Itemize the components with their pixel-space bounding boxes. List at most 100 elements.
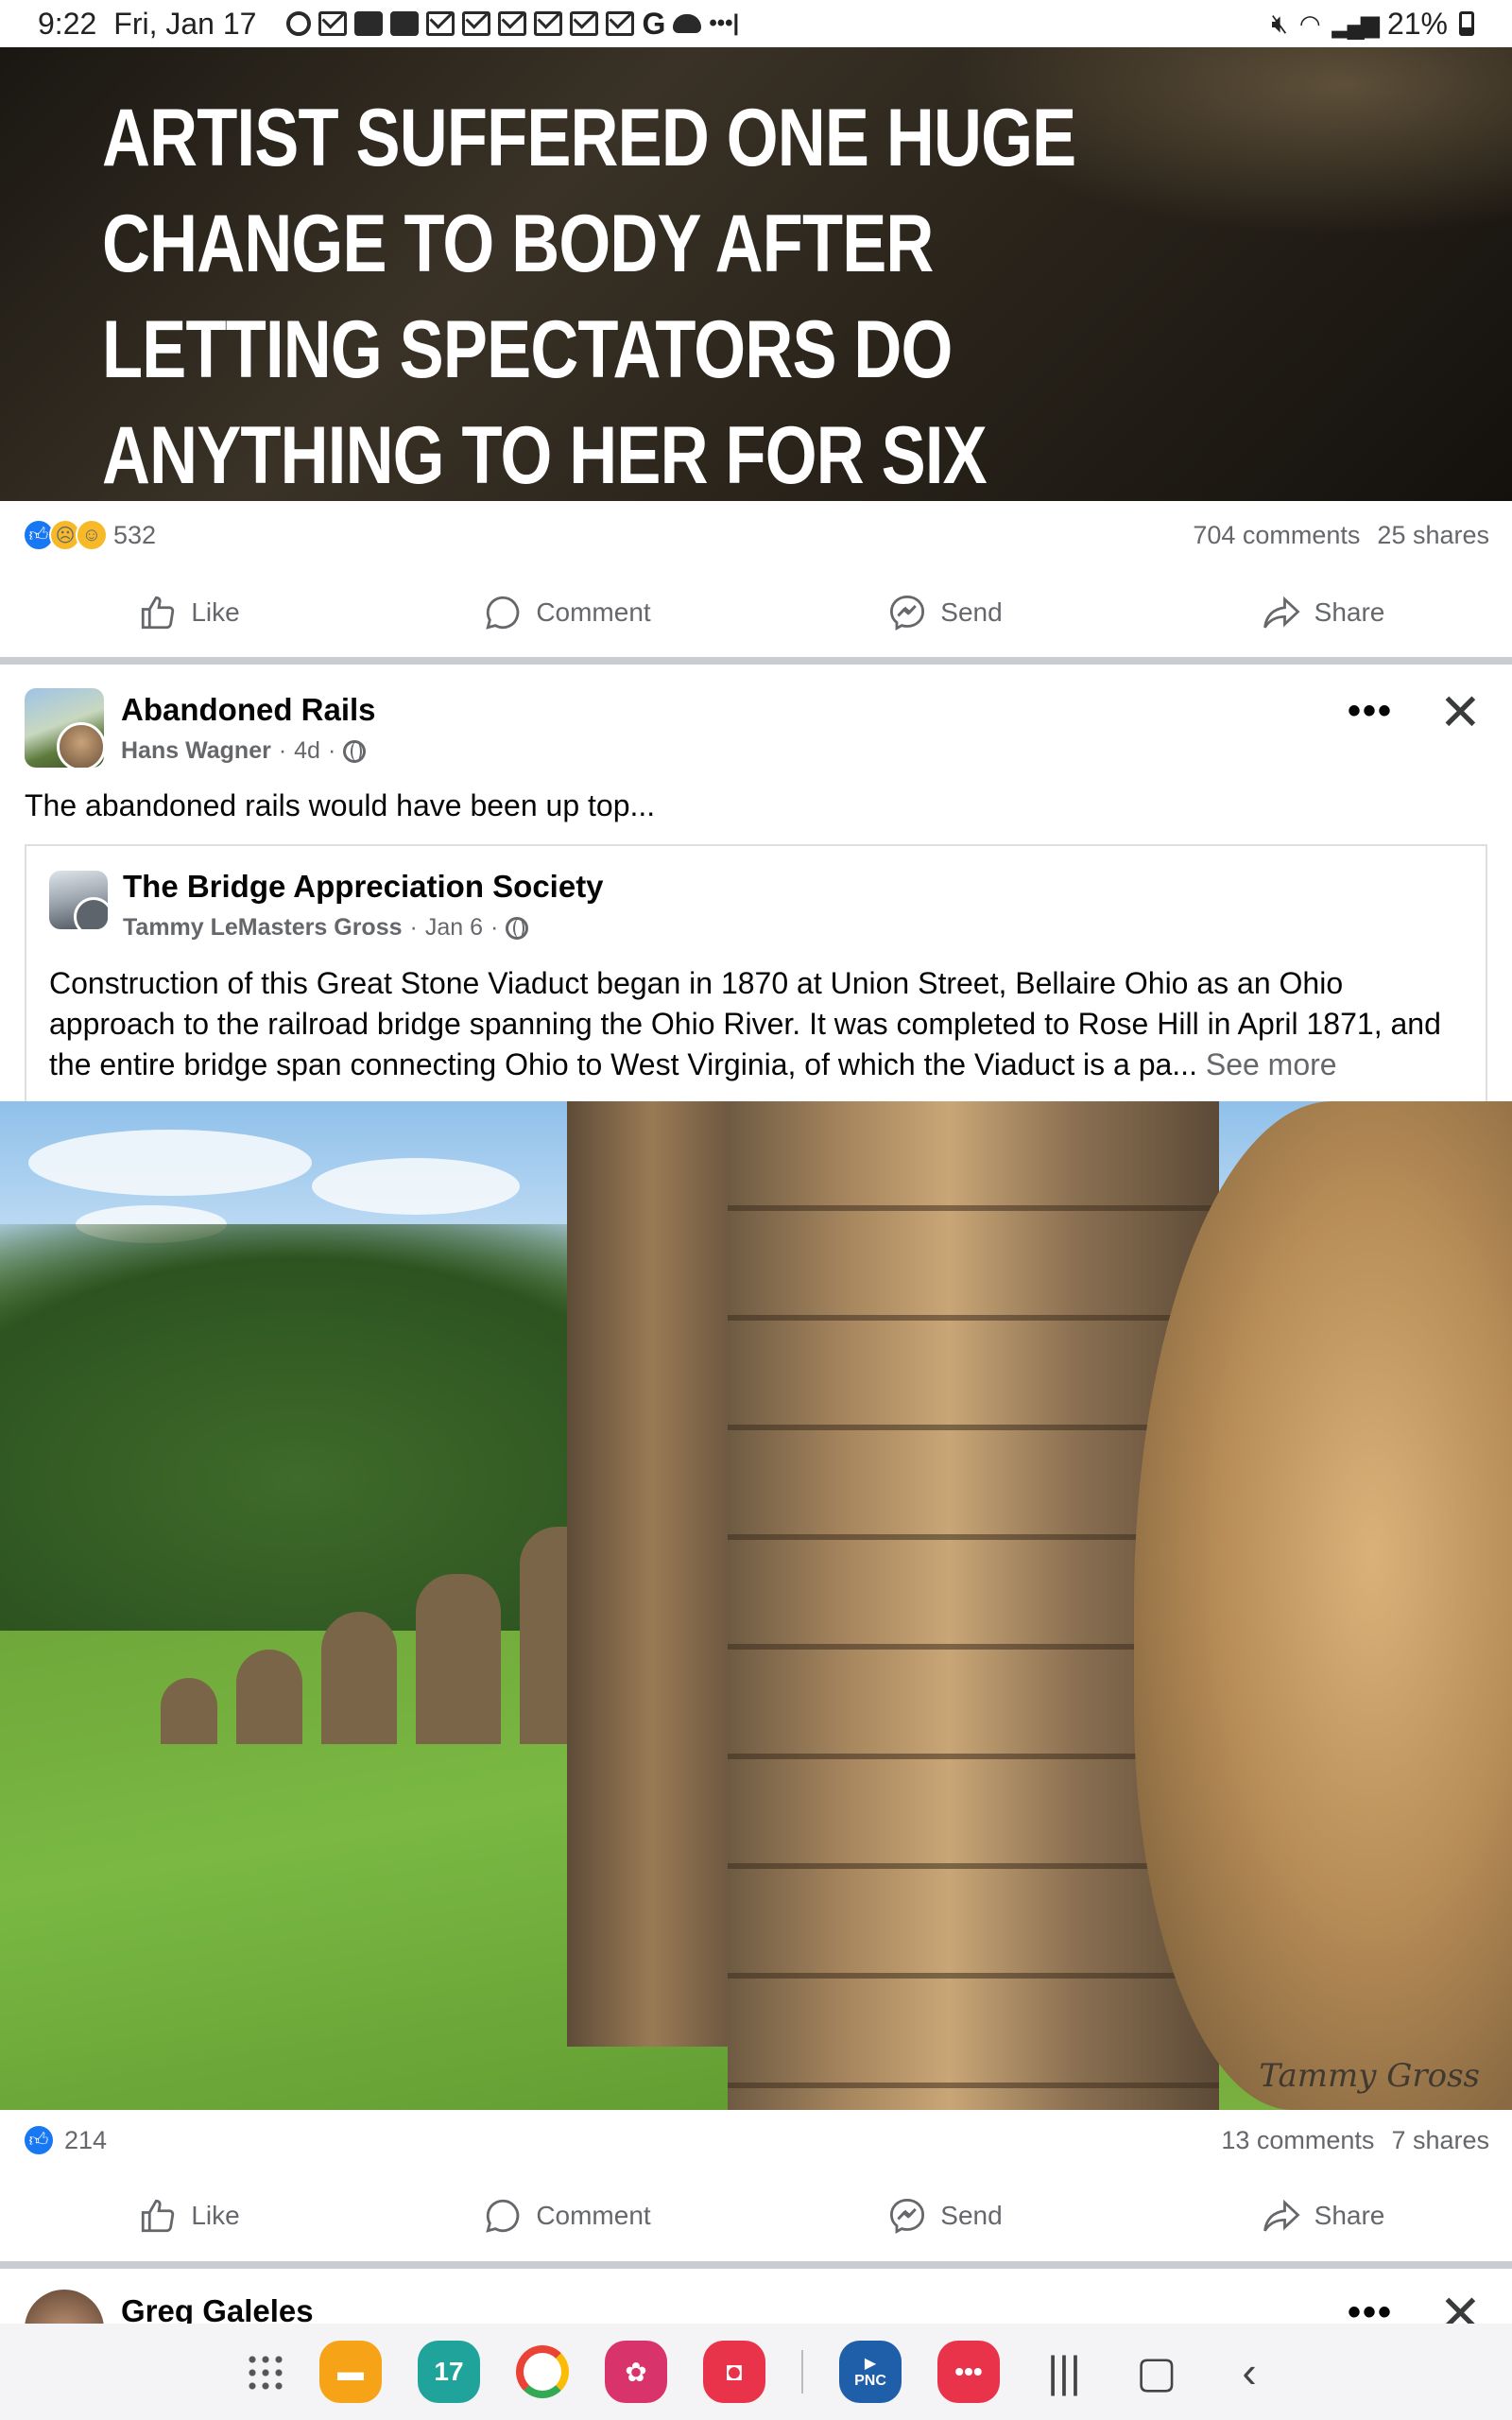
shared-page-avatar[interactable] [49, 871, 108, 929]
share-label: Share [1314, 2201, 1385, 2230]
like-button[interactable]: Like [0, 2196, 378, 2236]
like-label: Like [191, 597, 240, 627]
send-label: Send [940, 2201, 1003, 2230]
group-name[interactable]: Abandoned Rails [121, 692, 376, 728]
share-arrow-icon [1263, 596, 1300, 629]
chrome-icon[interactable] [516, 2345, 569, 2398]
send-button[interactable]: Send [756, 593, 1134, 632]
author-avatar[interactable] [57, 722, 104, 768]
send-button[interactable]: Send [756, 2196, 1134, 2236]
post-author[interactable]: Hans Wagner [121, 737, 271, 765]
shared-time[interactable]: Jan 6 [425, 914, 483, 942]
post2-comments-count[interactable]: 13 comments [1221, 2126, 1374, 2155]
thumbs-up-icon [142, 2199, 175, 2233]
post2-meta: Hans Wagner · 4d · [121, 737, 367, 765]
mute-icon: 🔇︎ [1271, 8, 1288, 38]
arch [161, 1678, 217, 1744]
status-date: Fri, Jan 17 [113, 6, 257, 41]
cloud [312, 1158, 520, 1215]
messenger-icon [890, 595, 925, 631]
comment-label: Comment [536, 597, 651, 627]
more-options-icon[interactable]: ••• [1348, 2291, 1393, 2324]
see-more-link[interactable]: See more [1206, 1047, 1337, 1081]
signal-icon: ▂▄▆ [1332, 9, 1380, 38]
share-arrow-icon [1263, 2199, 1300, 2232]
dock-separator [801, 2350, 803, 2394]
mail-icon [462, 11, 491, 36]
post1-reaction-count[interactable]: 532 [113, 521, 156, 550]
comment-label: Comment [536, 2201, 651, 2230]
post1-comments-count[interactable]: 704 comments [1193, 521, 1360, 550]
blossom-icon[interactable]: ✿ [605, 2341, 667, 2403]
pnc-app-icon[interactable]: ▶ PNC [839, 2341, 902, 2403]
pnc-label: PNC [854, 2373, 886, 2389]
wifi-icon: ◠ [1298, 9, 1321, 38]
reaction-icons[interactable]: 👍︎ ☹ ☺ [23, 519, 108, 551]
notification-icons: G •••| [286, 7, 739, 42]
more-options-icon[interactable]: ••• [1348, 690, 1393, 733]
speech-bubble-icon [486, 596, 520, 630]
more-apps-icon[interactable]: ••• [937, 2341, 1000, 2403]
status-bar: 9:22 Fri, Jan 17 G •••| 🔇︎ ◠ ▂▄▆ 21% [0, 0, 1512, 47]
status-left: 9:22 Fri, Jan 17 G •••| [38, 7, 739, 42]
globe-icon [343, 739, 367, 763]
share-button[interactable]: Share [1134, 593, 1512, 632]
share-label: Share [1314, 597, 1385, 627]
post2-action-bar: Like Comment Send Share [0, 2178, 1512, 2254]
group-avatar[interactable] [25, 688, 104, 768]
feed-divider [0, 657, 1512, 665]
like-label: Like [191, 2201, 240, 2230]
close-icon[interactable]: ✕ [1439, 683, 1482, 742]
mail-icon [534, 11, 563, 36]
viaduct-photo[interactable]: Tammy Gross [0, 1101, 1512, 2110]
like-button[interactable]: Like [0, 593, 378, 632]
comment-button[interactable]: Comment [378, 2196, 756, 2236]
google-icon: G [642, 6, 666, 41]
post-time[interactable]: 4d [294, 737, 320, 765]
close-icon[interactable]: ✕ [1439, 2290, 1482, 2324]
feed-divider [0, 2261, 1512, 2269]
messenger-icon [890, 2198, 925, 2235]
globe-icon [506, 916, 529, 940]
shared-page-name[interactable]: The Bridge Appreciation Society [123, 869, 604, 905]
shared-text: Construction of this Great Stone Viaduct… [49, 963, 1467, 1085]
share-button[interactable]: Share [1134, 2196, 1512, 2236]
home-icon[interactable]: ▢ [1128, 2346, 1185, 2397]
app-drawer-icon[interactable] [246, 2353, 284, 2391]
cloud [28, 1130, 312, 1196]
arch [416, 1574, 501, 1744]
post2-reactions-row: 👍︎ 214 13 comments 7 shares [23, 2114, 1489, 2167]
more-notifications-icon: •••| [709, 10, 740, 36]
calendar-icon[interactable]: 17 [418, 2341, 480, 2403]
post2-shares-count[interactable]: 7 shares [1391, 2126, 1489, 2155]
meta-separator: · [327, 737, 336, 764]
like-reaction-icon: 👍︎ [23, 2124, 55, 2156]
post2-reaction-count[interactable]: 214 [64, 2126, 107, 2155]
recent-apps-icon[interactable]: ||| [1036, 2346, 1092, 2397]
mail-icon [570, 11, 599, 36]
thumbs-up-icon [142, 596, 175, 630]
mail-icon [426, 11, 455, 36]
comment-button[interactable]: Comment [378, 593, 756, 632]
battery-level: 21% [1386, 6, 1448, 41]
shared-post[interactable]: The Bridge Appreciation Society Tammy Le… [25, 844, 1487, 1101]
post2-text: The abandoned rails would have been up t… [25, 788, 656, 822]
shared-meta: Tammy LeMasters Gross · Jan 6 · [123, 914, 529, 942]
post3-author-name[interactable]: Greg Galeles [121, 2293, 314, 2324]
android-nav-bar: ▬ 17 ✿ ◘ ▶ PNC ••• ||| ▢ ‹ [0, 2324, 1512, 2420]
post1-engagement: 704 comments 25 shares [1193, 521, 1489, 550]
post1-action-bar: Like Comment Send Share [0, 575, 1512, 650]
status-right: 🔇︎ ◠ ▂▄▆ 21% [1271, 7, 1474, 42]
post-image-hero[interactable]: ARTIST SUFFERED ONE HUGE CHANGE TO BODY … [0, 47, 1512, 501]
camera-icon[interactable]: ◘ [703, 2341, 765, 2403]
post1-shares-count[interactable]: 25 shares [1377, 521, 1489, 550]
speech-bubble-icon [486, 2199, 520, 2233]
my-files-icon[interactable]: ▬ [319, 2341, 382, 2403]
back-icon[interactable]: ‹ [1221, 2346, 1278, 2397]
reaction-icons[interactable]: 👍︎ [23, 2124, 55, 2156]
status-time: 9:22 [38, 6, 97, 41]
gmail-icon [318, 11, 348, 36]
profile-avatar[interactable] [25, 2290, 104, 2324]
calendar-day: 17 [434, 2357, 464, 2386]
shared-author[interactable]: Tammy LeMasters Gross [123, 914, 403, 942]
